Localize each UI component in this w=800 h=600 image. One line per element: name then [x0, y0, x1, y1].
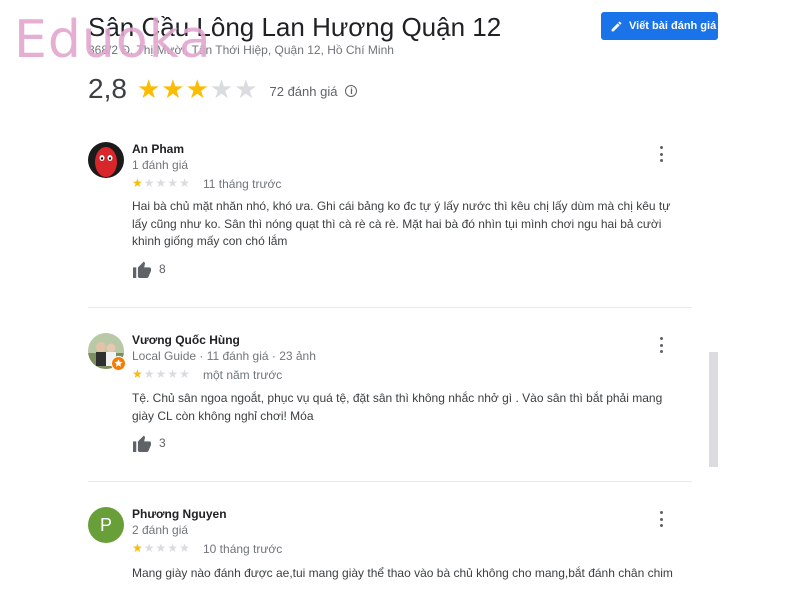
avatar-letter: P [99, 514, 112, 535]
star-icon: ★ [132, 367, 143, 381]
thumbs-up-icon [133, 261, 151, 278]
place-title: Sân Cầu Lông Lan Hương Quận 12 [88, 12, 502, 42]
info-icon[interactable]: i [345, 85, 358, 97]
review-card: Vương Quốc Hùng Local Guide · 11 đánh gi… [88, 333, 692, 463]
review-time: một năm trước [203, 368, 283, 382]
star-icon: ★ [161, 74, 185, 104]
star-icon: ★ [143, 541, 155, 555]
star-icon: ★ [143, 176, 155, 190]
scrollbar-thumb[interactable] [709, 352, 718, 467]
review-text: Tệ. Chủ sân ngoa ngoắt, phục vụ quá tệ, … [132, 391, 663, 423]
like-button[interactable]: 8 [132, 260, 166, 278]
review-text: Mang giày nào đánh được ae,tui mang giày… [132, 566, 673, 580]
star-icon: ★ [167, 367, 179, 381]
reviewer-name[interactable]: An Pham [132, 142, 184, 156]
star-icon: ★ [143, 367, 155, 381]
rating-summary: 2,8 ★ ★ ★ ★ ★ 72 đánh giá i [88, 72, 358, 106]
like-count: 8 [159, 262, 166, 276]
review-time: 11 tháng trước [203, 177, 282, 191]
star-icon: ★ [234, 74, 258, 104]
rating-stars: ★ ★ ★ ★ ★ [137, 76, 258, 102]
write-review-label: Viết bài đánh giá [629, 20, 717, 32]
star-icon: ★ [179, 541, 190, 555]
review-card: P Phương Nguyen 2 đánh giá ★ ★ ★ ★ ★ 10 … [88, 507, 692, 597]
star-icon: ★ [155, 541, 167, 555]
star-icon: ★ [155, 176, 167, 190]
avatar[interactable]: P [88, 507, 124, 543]
thumbs-up-icon [133, 435, 151, 452]
reviewer-name[interactable]: Phương Nguyen [132, 507, 227, 521]
review-stars: ★ ★ ★ ★ ★ [132, 542, 190, 554]
divider [88, 307, 692, 308]
star-icon: ★ [136, 74, 161, 104]
star-icon: ★ [179, 176, 190, 190]
review-text: Hai bà chủ mặt nhăn nhó, khó ưa. Ghi cái… [132, 199, 671, 248]
more-options-icon[interactable] [656, 511, 666, 527]
review-stars: ★ ★ ★ ★ ★ [132, 368, 190, 380]
like-button[interactable]: 3 [132, 434, 166, 452]
more-options-icon[interactable] [656, 337, 666, 353]
star-icon: ★ [132, 176, 143, 190]
local-guide-badge-icon [111, 356, 126, 371]
divider [88, 481, 692, 482]
star-icon: ★ [185, 74, 209, 104]
write-review-button[interactable]: Viết bài đánh giá [601, 12, 718, 40]
reviewer-meta: Local Guide · 11 đánh giá · 23 ảnh [132, 349, 316, 363]
place-address: 368/2 Đ. Thị Mười, Tân Thới Hiệp, Quận 1… [88, 43, 394, 57]
avatar[interactable] [88, 142, 124, 178]
star-icon: ★ [179, 367, 190, 381]
star-icon: ★ [209, 74, 234, 104]
reviewer-meta: 2 đánh giá [132, 523, 189, 537]
review-card: An Pham 1 đánh giá ★ ★ ★ ★ ★ 11 tháng tr… [88, 142, 692, 292]
rating-value: 2,8 [88, 73, 127, 104]
reviewer-meta: 1 đánh giá [132, 158, 189, 172]
star-icon: ★ [155, 367, 167, 381]
star-icon: ★ [167, 176, 179, 190]
star-icon: ★ [132, 541, 143, 555]
star-icon: ★ [167, 541, 179, 555]
reviewer-name[interactable]: Vương Quốc Hùng [132, 333, 240, 347]
like-count: 3 [159, 436, 166, 450]
review-count[interactable]: 72 đánh giá [270, 84, 338, 99]
review-time: 10 tháng trước [203, 542, 283, 556]
pencil-icon [611, 21, 622, 31]
review-stars: ★ ★ ★ ★ ★ [132, 177, 190, 189]
more-options-icon[interactable] [656, 146, 666, 162]
